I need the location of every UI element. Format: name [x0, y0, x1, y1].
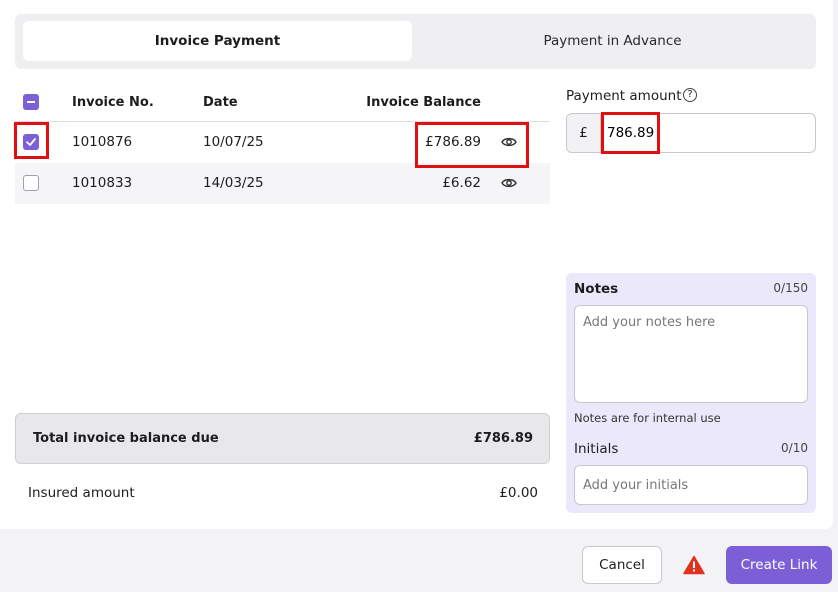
row-checkbox[interactable] — [23, 134, 39, 150]
invoice-date: 10/07/25 — [203, 134, 264, 150]
total-balance-bar: Total invoice balance due £786.89 — [15, 413, 550, 464]
initials-label: Initials — [574, 441, 619, 457]
invoice-number: 1010876 — [72, 134, 133, 150]
payment-amount-input[interactable] — [607, 114, 807, 152]
initials-counter: 0/10 — [781, 441, 808, 455]
notes-label: Notes — [574, 281, 619, 297]
total-value: £786.89 — [473, 431, 533, 446]
payment-panel: Invoice Payment Payment in Advance Invoi… — [0, 0, 833, 529]
eye-icon[interactable] — [501, 176, 517, 190]
notes-panel: Notes 0/150 Notes are for internal use I… — [566, 273, 816, 513]
tab-payment-in-advance[interactable]: Payment in Advance — [415, 21, 810, 61]
invoice-table: Invoice No. Date Invoice Balance 1010876… — [15, 82, 550, 204]
initials-input[interactable] — [574, 465, 808, 505]
notes-textarea[interactable] — [574, 305, 808, 403]
invoice-date: 14/03/25 — [203, 175, 264, 191]
tab-invoice-payment[interactable]: Invoice Payment — [23, 21, 412, 61]
notes-hint: Notes are for internal use — [574, 411, 721, 425]
header-invoice-no: Invoice No. — [72, 95, 154, 110]
notes-counter: 0/150 — [773, 281, 808, 295]
warning-triangle-icon — [683, 555, 705, 575]
help-circle-icon[interactable]: ? — [683, 88, 697, 102]
table-header: Invoice No. Date Invoice Balance — [15, 82, 550, 122]
check-icon — [26, 138, 36, 146]
payment-amount-label: Payment amount — [566, 88, 682, 104]
invoice-balance: £786.89 — [425, 134, 481, 150]
insured-value: £0.00 — [499, 485, 538, 501]
total-label: Total invoice balance due — [33, 431, 219, 446]
invoice-balance: £6.62 — [442, 175, 481, 191]
header-date: Date — [203, 95, 238, 110]
row-checkbox[interactable] — [23, 175, 39, 191]
header-invoice-balance: Invoice Balance — [366, 95, 481, 110]
payment-amount-field: £ — [566, 113, 816, 153]
insured-label: Insured amount — [28, 485, 135, 501]
select-all-checkbox[interactable] — [23, 94, 39, 110]
table-row[interactable]: 1010876 10/07/25 £786.89 — [15, 122, 550, 163]
invoice-number: 1010833 — [72, 175, 133, 191]
cancel-button[interactable]: Cancel — [582, 546, 662, 584]
tab-bar: Invoice Payment Payment in Advance — [15, 14, 816, 69]
eye-icon[interactable] — [501, 135, 517, 149]
create-link-button[interactable]: Create Link — [726, 546, 832, 584]
currency-prefix: £ — [567, 114, 601, 152]
table-row[interactable]: 1010833 14/03/25 £6.62 — [15, 163, 550, 204]
